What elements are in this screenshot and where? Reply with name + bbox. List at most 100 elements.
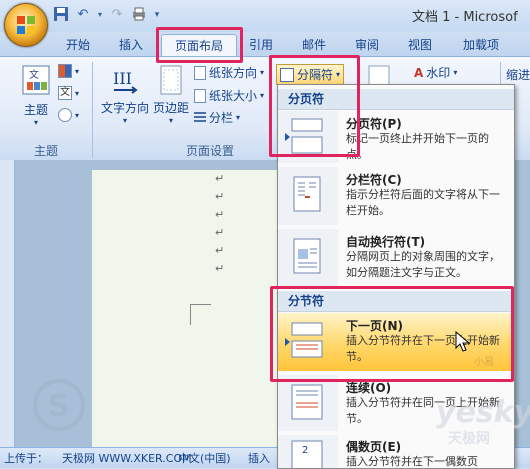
theme-colors-button[interactable]: ▾ bbox=[58, 64, 79, 78]
menu-item-next-page[interactable]: 下一页(N) 插入分节符并在下一页上开始新节。 小易 bbox=[278, 313, 514, 371]
theme-fonts-icon: 文 bbox=[58, 86, 72, 100]
menu-item-page-break[interactable]: 分页符(P) 标记一页终止并开始下一页的点。 bbox=[278, 111, 514, 163]
paragraph-mark-icon: ↵ bbox=[215, 262, 225, 275]
chevron-down-icon: ▾ bbox=[336, 70, 341, 79]
menu-item-column-break[interactable]: 分栏符(C) 指示分栏符后面的文字将从下一栏开始。 bbox=[278, 167, 514, 225]
watermark-label: 水印 bbox=[426, 66, 451, 80]
theme-colors-icon bbox=[58, 64, 72, 78]
menu-item-desc: 分隔网页上的对象周围的文字，如分隔题注文字与正文。 bbox=[346, 250, 500, 279]
tab-addins[interactable]: 加载项 bbox=[456, 34, 506, 56]
themes-label: 主题 bbox=[23, 103, 48, 117]
text-direction-icon: III bbox=[113, 69, 138, 94]
menu-item-title: 分栏符(C) bbox=[346, 173, 402, 187]
mouse-cursor-icon bbox=[455, 331, 471, 352]
chevron-down-icon: ▾ bbox=[168, 116, 173, 125]
margins-icon bbox=[160, 65, 182, 95]
paragraph-mark-icon: ↵ bbox=[215, 172, 225, 185]
margins-label: 页边距 bbox=[152, 101, 189, 115]
chevron-down-icon: ▾ bbox=[33, 118, 38, 127]
undo-icon[interactable]: ↶ bbox=[74, 6, 92, 24]
themes-button[interactable]: 文 主题 ▾ bbox=[16, 64, 56, 127]
svg-text:文: 文 bbox=[29, 68, 39, 81]
orientation-icon bbox=[194, 65, 206, 80]
print-icon[interactable] bbox=[130, 6, 148, 24]
menu-item-desc: 指示分栏符后面的文字将从下一栏开始。 bbox=[346, 188, 500, 217]
tab-view[interactable]: 视图 bbox=[402, 34, 438, 56]
chevron-down-icon: ▾ bbox=[75, 66, 80, 76]
office-button[interactable] bbox=[4, 3, 48, 47]
theme-group-label: 主题 bbox=[33, 144, 58, 158]
theme-effects-icon bbox=[58, 108, 72, 122]
orientation-label: 纸张方向 bbox=[209, 66, 258, 80]
menu-item-title: 自动换行符(T) bbox=[346, 235, 426, 249]
columns-button[interactable]: 分栏 ▾ bbox=[194, 109, 240, 126]
columns-icon bbox=[194, 111, 206, 124]
menu-item-desc: 标记一页终止并开始下一页的点。 bbox=[346, 132, 489, 161]
customize-icon[interactable]: ▾ bbox=[152, 6, 162, 24]
paper-size-icon bbox=[194, 88, 206, 103]
tab-mailings[interactable]: 邮件 bbox=[296, 34, 332, 56]
theme-effects-button[interactable]: ▾ bbox=[58, 108, 79, 122]
vertical-ruler bbox=[0, 160, 15, 447]
breaks-label: 分隔符 bbox=[297, 68, 334, 82]
page-breaks-header: 分页符 bbox=[278, 89, 514, 110]
chevron-down-icon: ▾ bbox=[122, 116, 127, 125]
section-breaks-header: 分节符 bbox=[278, 291, 514, 312]
document-page[interactable] bbox=[92, 170, 278, 447]
chevron-down-icon: ▾ bbox=[75, 88, 80, 98]
orientation-button[interactable]: 纸张方向 ▾ bbox=[194, 64, 264, 81]
office-logo-icon bbox=[17, 16, 35, 34]
redo-icon[interactable]: ↷ bbox=[108, 6, 126, 24]
dropdown-chevron-icon[interactable]: ▾ bbox=[96, 6, 104, 24]
margins-button[interactable]: 页边距 ▾ bbox=[152, 64, 190, 125]
page-break-icon bbox=[291, 118, 323, 154]
theme-fonts-button[interactable]: 文 ▾ bbox=[58, 86, 79, 100]
watermark-icon: A bbox=[414, 65, 424, 80]
breaks-button[interactable]: 分隔符 ▾ bbox=[276, 64, 345, 85]
tab-references[interactable]: 引用 bbox=[243, 34, 279, 56]
menu-item-title: 连续(O) bbox=[346, 381, 392, 395]
watermark-logo: S bbox=[14, 370, 104, 440]
size-button[interactable]: 纸张大小 ▾ bbox=[194, 87, 264, 104]
continuous-break-icon bbox=[291, 384, 323, 420]
themes-icon: 文 bbox=[22, 65, 50, 95]
menu-item-title: 分页符(P) bbox=[346, 117, 402, 131]
watermark-button[interactable]: A 水印 ▾ bbox=[414, 64, 457, 81]
window-title: 文档 1 - Microsof bbox=[412, 10, 518, 25]
text-direction-button[interactable]: III 文字方向 ▾ bbox=[98, 64, 152, 125]
watermark-s-icon: S bbox=[33, 379, 85, 431]
status-site-text: 天极网 WWW.XKER.COM bbox=[62, 452, 192, 465]
menu-item-title: 偶数页(E) bbox=[346, 440, 402, 454]
tab-page-layout[interactable]: 页面布局 bbox=[161, 34, 237, 57]
text-wrapping-break-icon bbox=[293, 238, 321, 274]
tab-review[interactable]: 审阅 bbox=[348, 34, 386, 56]
menu-item-title: 下一页(N) bbox=[346, 319, 404, 333]
paragraph-mark-icon: ↵ bbox=[215, 244, 225, 257]
svg-text:2: 2 bbox=[302, 445, 308, 456]
chevron-down-icon: ▾ bbox=[236, 113, 241, 122]
quick-access-toolbar: ↶ ▾ ↷ ▾ bbox=[52, 4, 162, 26]
save-icon[interactable] bbox=[52, 6, 70, 24]
margin-corner-mark bbox=[190, 304, 211, 325]
status-left-text: 上传于： bbox=[4, 452, 48, 465]
even-page-break-icon: 2 bbox=[291, 440, 323, 468]
status-insert-mode[interactable]: 插入 bbox=[248, 450, 270, 466]
brand-watermark-bottom: 天极网 bbox=[448, 431, 490, 447]
paragraph-mark-icon: ↵ bbox=[215, 226, 225, 239]
indent-label: 缩进 bbox=[506, 68, 530, 82]
paragraph-mark-icon: ↵ bbox=[215, 190, 225, 203]
breaks-icon bbox=[280, 67, 294, 82]
page-setup-group-label: 页面设置 bbox=[185, 144, 234, 158]
tab-home[interactable]: 开始 bbox=[60, 34, 96, 56]
small-watermark-tag: 小易 bbox=[474, 357, 494, 368]
menu-item-text-wrapping-break[interactable]: 自动换行符(T) 分隔网页上的对象周围的文字，如分隔题注文字与正文。 bbox=[278, 229, 514, 287]
columns-label: 分栏 bbox=[209, 111, 234, 125]
size-label: 纸张大小 bbox=[209, 89, 258, 103]
menu-item-desc: 插入分节符并在下一偶数页 bbox=[346, 455, 478, 468]
tab-insert[interactable]: 插入 bbox=[112, 34, 150, 56]
chevron-down-icon: ▾ bbox=[453, 68, 458, 77]
status-language[interactable]: 中文(中国) bbox=[178, 450, 231, 466]
chevron-down-icon: ▾ bbox=[75, 110, 80, 120]
group-separator bbox=[92, 62, 93, 158]
column-break-icon bbox=[293, 176, 321, 212]
